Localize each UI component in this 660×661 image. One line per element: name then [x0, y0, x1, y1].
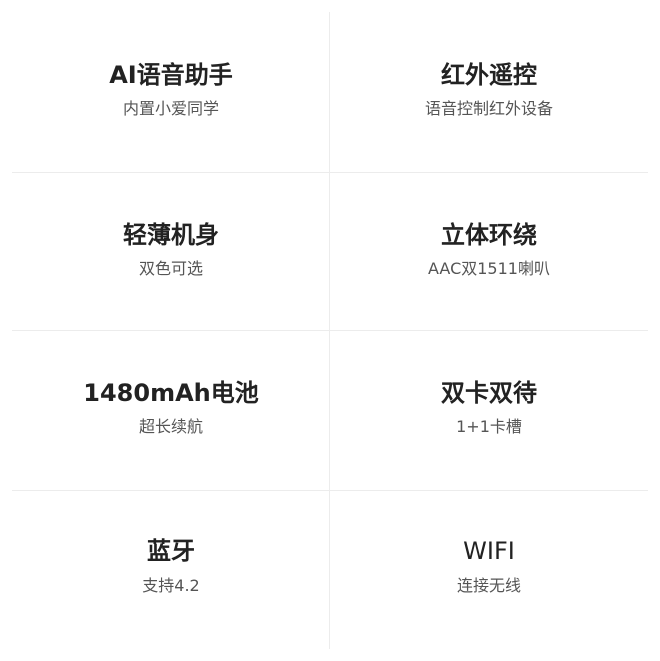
feature-title: 立体环绕: [441, 221, 537, 249]
feature-subtitle: 超长续航: [138, 417, 203, 436]
feature-cell-slim-body: 轻薄机身 双色可选: [12, 172, 330, 330]
feature-cell-ir-remote: 红外遥控 语音控制红外设备: [330, 12, 648, 170]
feature-cell-bluetooth: 蓝牙 支持4.2: [12, 490, 330, 648]
feature-title: 蓝牙: [147, 537, 195, 565]
feature-title: AI语音助手: [109, 61, 233, 89]
feature-subtitle: 1+1卡槽: [456, 417, 522, 436]
feature-title: 红外遥控: [441, 61, 537, 89]
feature-title: 双卡双待: [441, 379, 537, 407]
feature-subtitle: 支持4.2: [142, 576, 200, 595]
feature-subtitle: 双色可选: [138, 259, 203, 278]
feature-title: 轻薄机身: [123, 221, 219, 249]
feature-subtitle: 语音控制红外设备: [424, 99, 553, 118]
feature-subtitle: AAC双1511喇叭: [428, 259, 550, 278]
feature-cell-stereo-sound: 立体环绕 AAC双1511喇叭: [330, 172, 648, 330]
feature-grid: AI语音助手 内置小爱同学 红外遥控 语音控制红外设备 轻薄机身 双色可选 立体…: [12, 12, 648, 649]
feature-cell-ai-assistant: AI语音助手 内置小爱同学: [12, 12, 330, 170]
feature-title: 1480mAh电池: [83, 379, 259, 407]
feature-cell-wifi: WIFI 连接无线: [330, 490, 648, 648]
feature-subtitle: 内置小爱同学: [122, 99, 219, 118]
feature-title: WIFI: [463, 537, 515, 565]
feature-subtitle: 连接无线: [456, 576, 521, 595]
feature-cell-dual-sim: 双卡双待 1+1卡槽: [330, 330, 648, 488]
feature-cell-battery: 1480mAh电池 超长续航: [12, 330, 330, 488]
